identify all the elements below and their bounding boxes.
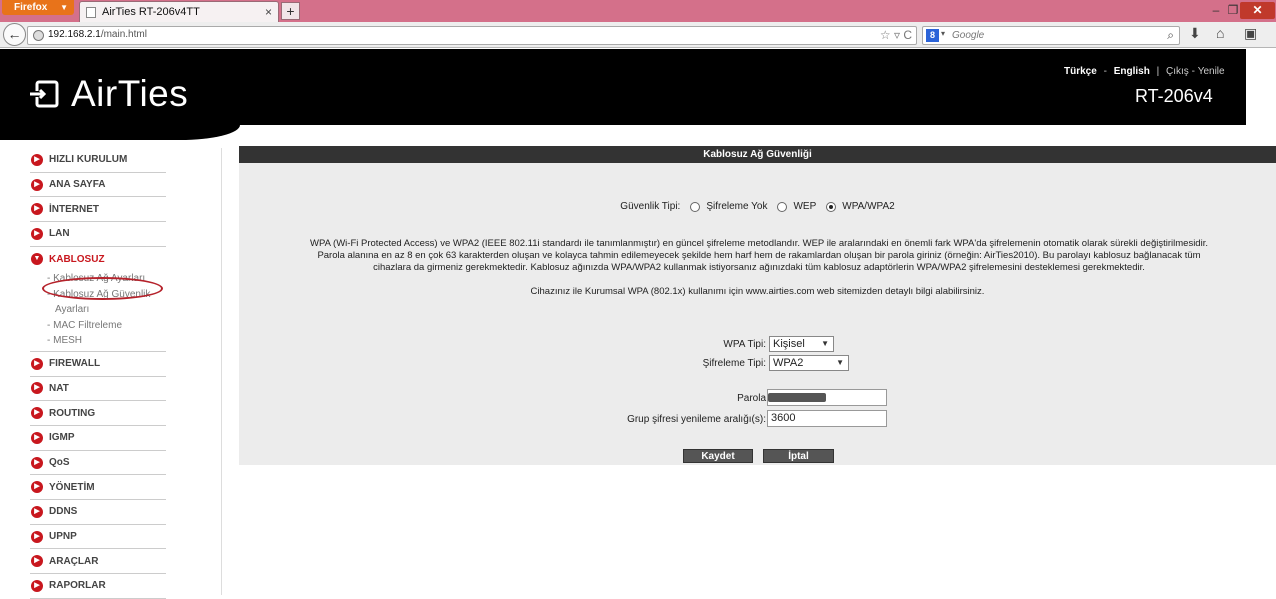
arrow-right-icon: ▶	[31, 555, 43, 568]
url-bar[interactable]: 192.168.2.1/main.html ☆ ▿ C	[27, 26, 917, 45]
airties-logo: AirTies	[27, 73, 189, 114]
password-label: Parola	[737, 393, 766, 404]
arrow-right-icon: ▶	[31, 530, 43, 543]
chevron-down-icon: ▼	[821, 339, 829, 348]
sidebar-item-raporlar[interactable]: ▶ RAPORLAR	[30, 574, 166, 599]
sidebar-item-routing[interactable]: ▶ ROUTING	[30, 401, 166, 426]
bookmark-star-icon[interactable]: ☆	[880, 28, 891, 42]
arrow-right-icon: ▶	[31, 382, 43, 395]
sidebar-item-internet[interactable]: ▶ İNTERNET	[30, 197, 166, 223]
arrow-right-icon: ▶	[31, 579, 43, 592]
wpa-type-label: WPA Tipi:	[723, 339, 766, 350]
browser-tab[interactable]: AirTies RT-206v4TT ×	[79, 1, 279, 22]
arrow-right-icon: ▶	[31, 153, 43, 166]
header-curve	[0, 125, 240, 140]
wpa-type-select[interactable]: Kişisel ▼	[769, 336, 834, 352]
close-tab-icon[interactable]: ×	[265, 2, 272, 22]
page-icon	[86, 7, 96, 18]
sidebar-item-qos[interactable]: ▶ QoS	[30, 451, 166, 476]
browser-titlebar: Firefox ▼ AirTies RT-206v4TT × + – ❐ ✕	[0, 0, 1276, 22]
history-dropdown-icon[interactable]: ▿	[894, 28, 900, 42]
submenu-kablosuz-ag-guvenlik-cont[interactable]: Ayarları	[47, 302, 166, 318]
arrow-right-icon: ▶	[31, 407, 43, 420]
highlight-ellipse	[42, 277, 163, 300]
arrow-right-icon: ▶	[31, 481, 43, 494]
password-input[interactable]	[767, 389, 887, 406]
url-path: /main.html	[100, 29, 147, 40]
sidebar-item-firewall[interactable]: ▶ FIREWALL	[30, 352, 166, 377]
arrow-down-icon: ▼	[31, 253, 43, 266]
device-model: RT-206v4	[1135, 86, 1213, 106]
sidebar-item-lan[interactable]: ▶ LAN	[30, 222, 166, 247]
search-icon[interactable]: ⌕	[1167, 28, 1174, 43]
sidebar-item-yonetim[interactable]: ▶ YÖNETİM	[30, 475, 166, 501]
arrow-right-icon: ▶	[31, 456, 43, 469]
option-no-encryption-label: Şifreleme Yok	[706, 201, 768, 212]
sidebar-item-upnp[interactable]: ▶ UPNP	[30, 525, 166, 550]
enterprise-info: Cihazınız ile Kurumsal WPA (802.1x) kull…	[530, 286, 985, 297]
google-icon[interactable]: 8	[926, 29, 939, 42]
group-key-input[interactable]: 3600	[767, 410, 887, 427]
security-type-row: Güvenlik Tipi: Şifreleme Yok WEP WPA/WPA…	[239, 201, 1276, 212]
option-wpa-wpa2-label: WPA/WPA2	[842, 201, 895, 212]
lang-english-link[interactable]: English	[1114, 66, 1150, 77]
arrow-right-icon: ▶	[31, 178, 43, 191]
chevron-down-icon: ▼	[60, 3, 68, 12]
sidebar-divider	[221, 148, 222, 595]
arrow-right-icon: ▶	[31, 505, 43, 518]
radio-wep[interactable]	[777, 201, 788, 212]
menu-icon[interactable]: ▣	[1244, 25, 1257, 42]
arrow-right-icon: ▶	[31, 357, 43, 370]
back-button[interactable]: ←	[3, 23, 26, 46]
search-placeholder: Google	[952, 30, 985, 41]
minimize-icon[interactable]: –	[1207, 2, 1225, 19]
wpa-description: WPA (Wi-Fi Protected Access) ve WPA2 (IE…	[310, 238, 1208, 273]
radio-no-encryption[interactable]	[690, 201, 701, 212]
sidebar-item-ddns[interactable]: ▶ DDNS	[30, 500, 166, 525]
sidebar-item-igmp[interactable]: ▶ IGMP	[30, 426, 166, 451]
home-icon[interactable]: ⌂	[1216, 25, 1224, 41]
tab-title: AirTies RT-206v4TT	[102, 6, 200, 18]
language-links: Türkçe - English | Çıkış - Yenile	[1064, 66, 1225, 77]
new-tab-button[interactable]: +	[281, 2, 300, 20]
encryption-type-select[interactable]: WPA2 ▼	[769, 355, 849, 371]
logout-link[interactable]: Çıkış	[1166, 66, 1189, 77]
search-engine-dropdown-icon[interactable]: ▾	[941, 29, 945, 38]
firefox-menu-button[interactable]: Firefox ▼	[2, 0, 74, 15]
security-type-label: Güvenlik Tipi:	[620, 201, 681, 212]
sidebar-item-hizli-kurulum[interactable]: ▶ HIZLI KURULUM	[30, 148, 166, 173]
search-bar[interactable]: 8 ▾ Google ⌕	[922, 26, 1180, 45]
sidebar-item-ana-sayfa[interactable]: ▶ ANA SAYFA	[30, 173, 166, 198]
sidebar-item-kablosuz[interactable]: ▼ KABLOSUZ	[30, 247, 166, 272]
sidebar-item-nat[interactable]: ▶ NAT	[30, 377, 166, 402]
close-window-button[interactable]: ✕	[1240, 2, 1275, 19]
airties-logo-icon	[29, 80, 59, 108]
browser-navbar: ← 192.168.2.1/main.html ☆ ▿ C 8 ▾ Google…	[0, 22, 1276, 48]
cancel-button[interactable]: İptal	[763, 449, 834, 463]
panel-title: Kablosuz Ağ Güvenliği	[239, 146, 1276, 163]
encryption-type-label: Şifreleme Tipi:	[702, 358, 766, 369]
url-host: 192.168.2.1	[48, 29, 101, 40]
group-key-label: Grup şifresi yenileme aralığı(s):	[627, 414, 766, 425]
submenu-mesh[interactable]: - MESH	[47, 333, 166, 349]
sidebar-item-araclar[interactable]: ▶ ARAÇLAR	[30, 549, 166, 575]
option-wep-label: WEP	[793, 201, 817, 212]
save-button[interactable]: Kaydet	[683, 449, 753, 463]
chevron-down-icon: ▼	[836, 358, 844, 367]
brand-name: AirTies	[71, 73, 189, 114]
globe-icon	[33, 30, 44, 41]
arrow-right-icon: ▶	[31, 431, 43, 444]
redacted-password	[768, 393, 826, 402]
submenu-mac-filtreleme[interactable]: - MAC Filtreleme	[47, 318, 166, 334]
reload-icon[interactable]: C	[903, 28, 912, 42]
sidebar: ▶ HIZLI KURULUM ▶ ANA SAYFA ▶ İNTERNET ▶ LAN…	[30, 148, 166, 599]
refresh-link[interactable]: Yenile	[1198, 66, 1225, 77]
arrow-right-icon: ▶	[31, 227, 43, 240]
radio-wpa-wpa2[interactable]	[826, 201, 837, 212]
download-icon[interactable]: ⬇	[1189, 25, 1201, 42]
arrow-right-icon: ▶	[31, 203, 43, 216]
lang-turkish-link[interactable]: Türkçe	[1064, 66, 1097, 77]
